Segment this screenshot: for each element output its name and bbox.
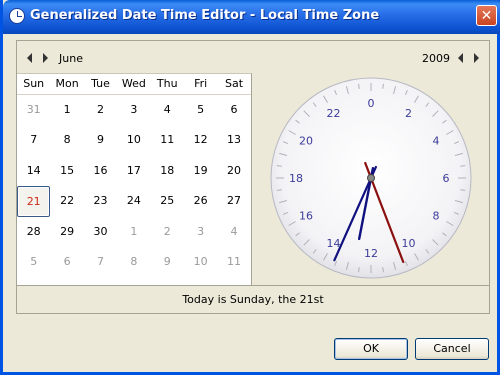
day-cell[interactable]: 3 <box>117 95 150 125</box>
clock-hour-label: 10 <box>402 237 416 250</box>
previous-month-icon[interactable] <box>27 53 32 63</box>
day-cell[interactable]: 28 <box>17 217 50 247</box>
day-cell[interactable]: 8 <box>117 247 150 277</box>
analog-clock[interactable]: 0 2 4 6 8 10 12 14 16 18 20 22 <box>253 73 489 285</box>
day-cell[interactable]: 31 <box>17 95 50 125</box>
day-cell[interactable]: 12 <box>184 125 217 155</box>
weekday-label: Fri <box>194 77 208 90</box>
day-cell[interactable]: 7 <box>17 125 50 155</box>
day-cell[interactable]: 29 <box>50 217 83 247</box>
calendar-week: 14 15 16 17 18 19 20 <box>17 156 251 186</box>
weekday-label: Thu <box>156 77 178 90</box>
day-cell[interactable]: 4 <box>217 217 250 247</box>
day-cell[interactable]: 16 <box>84 156 117 186</box>
day-cell[interactable]: 11 <box>217 247 250 277</box>
clock-tick <box>276 165 282 167</box>
ok-button[interactable]: OK <box>334 338 408 360</box>
selected-day-cell[interactable]: 21 <box>17 186 51 217</box>
previous-year-icon[interactable] <box>458 53 463 63</box>
day-cell[interactable]: 25 <box>151 186 184 216</box>
day-cell[interactable]: 9 <box>84 125 117 155</box>
clock-tick <box>276 189 282 191</box>
clock-tick <box>460 165 466 167</box>
day-cell[interactable]: 10 <box>184 247 217 277</box>
weekday-header: Sun Mon Tue Wed Thu Fri Sat <box>17 74 251 95</box>
day-cell[interactable]: 30 <box>84 217 117 247</box>
day-cell[interactable]: 15 <box>50 156 83 186</box>
day-cell[interactable]: 3 <box>184 217 217 247</box>
year-label: 2009 <box>422 52 450 65</box>
calendar-grid: Sun Mon Tue Wed Thu Fri Sat 31 1 2 3 4 5 6 7 8 9 10 11 12 1… <box>17 73 252 285</box>
calendar-weeks: 31 1 2 3 4 5 6 7 8 9 10 11 12 13 14 15 16 17 18 19 20 21 22 23 2… <box>17 95 251 277</box>
weekday-label: Sun <box>23 77 45 90</box>
clock-tick <box>358 83 360 89</box>
month-label: June <box>59 52 83 65</box>
day-cell[interactable]: 6 <box>217 95 250 125</box>
day-cell[interactable]: 17 <box>117 156 150 186</box>
day-cell[interactable]: 22 <box>50 186 83 216</box>
day-cell[interactable]: 10 <box>117 125 150 155</box>
clock-center-pin <box>367 174 375 182</box>
next-year-icon[interactable] <box>474 53 479 63</box>
close-icon: ✕ <box>480 7 493 24</box>
clock-tick <box>382 83 384 89</box>
day-cell[interactable]: 11 <box>151 125 184 155</box>
day-cell[interactable]: 7 <box>84 247 117 277</box>
clock-tick <box>358 267 360 273</box>
clock-tick <box>460 189 466 191</box>
day-cell[interactable]: 5 <box>17 247 50 277</box>
window-title: Generalized Date Time Editor - Local Tim… <box>30 8 380 23</box>
day-cell[interactable]: 2 <box>84 95 117 125</box>
clock-hour-label: 8 <box>432 210 439 223</box>
clock-hour-label: 14 <box>327 237 341 250</box>
day-cell[interactable]: 23 <box>84 186 117 216</box>
date-time-panel: June 2009 Sun Mon Tue Wed Thu Fri Sat 31 1 2 3 4 5 6… <box>16 40 490 314</box>
month-year-navigator: June 2009 <box>17 41 489 73</box>
clock-hour-label: 16 <box>299 210 313 223</box>
day-cell[interactable]: 4 <box>151 95 184 125</box>
next-month-icon[interactable] <box>43 53 48 63</box>
clock-hour-label: 20 <box>299 135 313 148</box>
day-cell[interactable]: 20 <box>217 156 250 186</box>
clock-hour-label: 4 <box>432 135 439 148</box>
clock-hour-label: 12 <box>364 247 378 260</box>
day-cell[interactable]: 24 <box>117 186 150 216</box>
day-cell[interactable]: 2 <box>151 217 184 247</box>
clock-hour-label: 0 <box>368 97 375 110</box>
clock-tick <box>382 267 384 273</box>
day-cell[interactable]: 6 <box>50 247 83 277</box>
dialog-window: Generalized Date Time Editor - Local Tim… <box>0 0 500 375</box>
weekday-label: Tue <box>91 77 110 90</box>
day-cell[interactable]: 5 <box>184 95 217 125</box>
calendar-week: 7 8 9 10 11 12 13 <box>17 125 251 155</box>
calendar-week: 5 6 7 8 9 10 11 <box>17 247 251 277</box>
day-cell[interactable]: 19 <box>184 156 217 186</box>
weekday-label: Wed <box>121 77 146 90</box>
calendar-week: 21 22 23 24 25 26 27 <box>17 186 251 217</box>
day-cell[interactable]: 1 <box>50 95 83 125</box>
weekday-label: Sat <box>225 77 244 90</box>
clock-icon <box>9 8 25 24</box>
day-cell[interactable]: 14 <box>17 156 50 186</box>
day-cell[interactable]: 13 <box>217 125 250 155</box>
day-cell[interactable]: 9 <box>151 247 184 277</box>
clock-hour-label: 18 <box>289 172 303 185</box>
title-bar[interactable]: Generalized Date Time Editor - Local Tim… <box>3 0 500 34</box>
day-cell[interactable]: 8 <box>50 125 83 155</box>
clock-hour-label: 22 <box>327 107 341 120</box>
calendar-week: 28 29 30 1 2 3 4 <box>17 217 251 247</box>
clock-hour-label: 6 <box>443 172 450 185</box>
day-cell[interactable]: 27 <box>217 186 250 216</box>
status-text: Today is Sunday, the 21st <box>17 285 489 314</box>
day-cell[interactable]: 26 <box>184 186 217 216</box>
day-cell[interactable]: 18 <box>151 156 184 186</box>
weekday-label: Mon <box>55 77 79 90</box>
close-button[interactable]: ✕ <box>476 5 497 26</box>
clock-hour-label: 2 <box>405 107 412 120</box>
day-cell[interactable]: 1 <box>117 217 150 247</box>
clock-face[interactable]: 0 2 4 6 8 10 12 14 16 18 20 22 <box>253 73 489 285</box>
cancel-button[interactable]: Cancel <box>415 338 489 360</box>
calendar-week: 31 1 2 3 4 5 6 <box>17 95 251 125</box>
